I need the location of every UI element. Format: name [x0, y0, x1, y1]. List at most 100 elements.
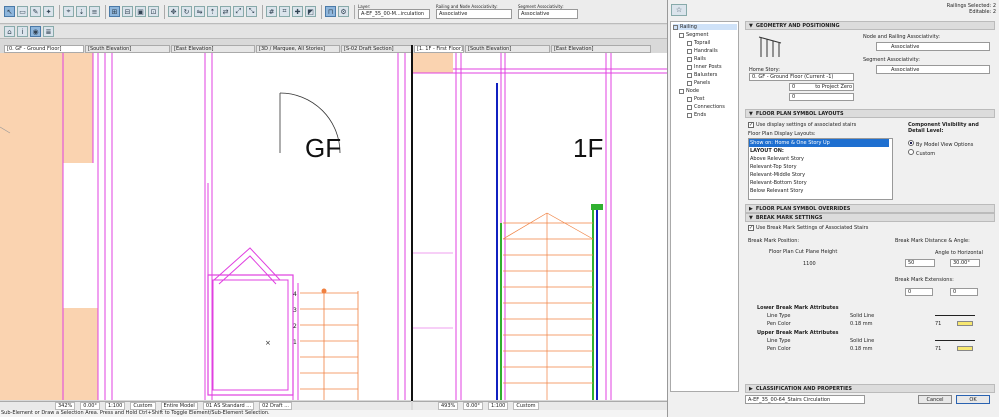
geometry-section-header[interactable]: ▼ GEOMETRY AND POSITIONING — [745, 21, 995, 30]
draft-field[interactable]: 02 Draft ... — [259, 402, 292, 410]
custom-field-right[interactable]: Custom — [513, 402, 539, 410]
fps-section-header[interactable]: ▼ FLOOR PLAN SYMBOL LAYOUTS — [745, 109, 995, 118]
tab-1f-plan[interactable]: [1. 1F - First Floor] — [414, 45, 464, 53]
tree-item-rails[interactable]: Rails — [687, 56, 706, 62]
align-icon[interactable]: ⊞ — [109, 6, 120, 17]
tree-item-segment[interactable]: Segment — [679, 32, 709, 38]
angle-field[interactable]: 30.00° — [950, 259, 980, 267]
to-project-zero[interactable]: to Project Zero — [815, 84, 852, 90]
radio-off[interactable] — [908, 149, 914, 155]
plan-view-gf[interactable]: × GF 4 3 2 1 — [0, 53, 411, 400]
layout-row-below[interactable]: Below Relevant Story — [749, 187, 889, 195]
surface-icon[interactable]: ◩ — [305, 6, 316, 17]
magic-wand-icon[interactable]: ✦ — [43, 6, 54, 17]
node-assoc-dropdown[interactable]: Associative — [876, 42, 990, 51]
tab-east-elevation-2[interactable]: [East Elevation] — [551, 45, 651, 53]
extension-field-2[interactable]: 0 — [950, 288, 978, 296]
upper-line-type-value[interactable]: Solid Line — [850, 338, 874, 344]
rotate-icon[interactable]: ↻ — [181, 6, 192, 17]
layout-row-relevant-middle[interactable]: Relevant-Middle Story — [749, 171, 889, 179]
railing-tool-icon[interactable]: ⊓ — [325, 6, 336, 17]
custom-radio[interactable]: Custom — [908, 149, 935, 157]
lower-line-type-value[interactable]: Solid Line — [850, 313, 874, 319]
scale-field-right[interactable]: 1:100 — [487, 402, 509, 410]
home-icon[interactable]: ⌂ — [4, 26, 15, 37]
layout-row-relevant-top[interactable]: Relevant-Top Story — [749, 163, 889, 171]
layout-row-show-on[interactable]: Show on: Home & One Story Up — [749, 139, 889, 147]
lower-pen-swatch[interactable] — [957, 321, 973, 326]
segment-assoc-dropdown[interactable]: Associative — [876, 65, 990, 74]
model-view-radio[interactable]: By Model View Options — [908, 140, 973, 148]
home-story-dropdown[interactable]: 0. GF - Ground Floor (Current -1) — [749, 73, 854, 81]
segment-assoc-dropdown[interactable]: Associative — [518, 9, 578, 19]
tab-3d-marquee[interactable]: [3D / Marquee, All Stories] — [256, 45, 340, 53]
resize-icon[interactable]: ⤡ — [246, 6, 257, 17]
pencil-icon[interactable]: ✎ — [30, 6, 41, 17]
tab-gf-plan[interactable]: [0. GF - Ground Floor] — [4, 45, 84, 53]
tree-item-toprail[interactable]: Toprail — [687, 40, 710, 46]
drag-icon[interactable]: ⇄ — [220, 6, 231, 17]
standard-field[interactable]: 01 AS Standard ... — [202, 402, 255, 410]
zoom-field[interactable]: 342% — [55, 402, 76, 410]
tree-item-handrails[interactable]: Handrails — [687, 48, 718, 54]
layout-row-above[interactable]: Above Relevant Story — [749, 155, 889, 163]
checkbox[interactable]: ✓ — [748, 122, 754, 128]
camera-icon[interactable]: ◉ — [30, 26, 41, 37]
settings-icon[interactable]: ⚙ — [338, 6, 349, 17]
offset-field-2[interactable]: 0 — [789, 93, 854, 101]
distance-field[interactable]: 50 — [905, 259, 935, 267]
tree-item-connections[interactable]: Connections — [687, 104, 725, 110]
tab-east-elevation[interactable]: [East Elevation] — [171, 45, 255, 53]
tree-item-node[interactable]: Node — [679, 88, 699, 94]
scale-field[interactable]: 1:100 — [104, 402, 126, 410]
classification-section-header[interactable]: ▶ CLASSIFICATION AND PROPERTIES — [745, 384, 995, 393]
layer-dropdown[interactable]: A-EF_35_00-M...irculation — [358, 9, 430, 19]
lower-break-title[interactable]: Lower Break Mark Attributes — [757, 305, 839, 311]
tree-item-inner-posts[interactable]: Inner Posts — [687, 64, 722, 70]
guide-icon[interactable]: ✚ — [292, 6, 303, 17]
distribute-icon[interactable]: ⊟ — [122, 6, 133, 17]
tab-draft-section[interactable]: [S-02 Draft Section] — [341, 45, 413, 53]
tree-item-ends[interactable]: Ends — [687, 112, 706, 118]
layer-select[interactable]: A-EF_35_00-64_Stairs Circulation — [745, 395, 865, 404]
group-icon[interactable]: ▣ — [135, 6, 146, 17]
angle-field[interactable]: 0.00° — [80, 402, 100, 410]
inject-icon[interactable]: ⇣ — [76, 6, 87, 17]
move-icon[interactable]: ✥ — [168, 6, 179, 17]
ok-button[interactable]: OK — [956, 395, 990, 404]
snap-icon[interactable]: ⌗ — [279, 6, 290, 17]
angle-field-right[interactable]: 0.00° — [463, 402, 483, 410]
tab-south-elevation[interactable]: [South Elevation] — [85, 45, 170, 53]
layout-row-relevant-bottom[interactable]: Relevant-Bottom Story — [749, 179, 889, 187]
tree-item-panels[interactable]: Panels — [687, 80, 710, 86]
cut-plane-value[interactable]: 1100 — [803, 261, 816, 267]
use-break-checkbox[interactable]: ✓ Use Break Mark Settings of Associated S… — [748, 225, 868, 231]
zoom-field-right[interactable]: 493% — [438, 402, 459, 410]
tree-item-balusters[interactable]: Balusters — [687, 72, 717, 78]
upper-pen-swatch[interactable] — [957, 346, 973, 351]
favorites-icon[interactable]: ☆ — [671, 4, 687, 16]
info-icon[interactable]: i — [17, 26, 28, 37]
model-field[interactable]: Entire Model — [160, 402, 198, 410]
pick-up-icon[interactable]: ⌖ — [63, 6, 74, 17]
stretch-icon[interactable]: ⤢ — [233, 6, 244, 17]
tree-item-railing[interactable]: Railing — [673, 24, 737, 30]
overrides-section-header[interactable]: ▶ FLOOR PLAN SYMBOL OVERRIDES — [745, 204, 995, 213]
marquee-tool-icon[interactable]: ▭ — [17, 6, 28, 17]
checkbox[interactable]: ✓ — [748, 225, 754, 231]
cancel-button[interactable]: Cancel — [918, 395, 952, 404]
elevate-icon[interactable]: ⇡ — [207, 6, 218, 17]
custom-field[interactable]: Custom — [130, 402, 156, 410]
navigator-icon[interactable]: ≣ — [43, 26, 54, 37]
lock-icon[interactable]: ⊡ — [148, 6, 159, 17]
layer-icon[interactable]: ≡ — [89, 6, 100, 17]
radio-on[interactable] — [908, 140, 914, 146]
extension-field-1[interactable]: 0 — [905, 288, 933, 296]
mirror-icon[interactable]: ⇋ — [194, 6, 205, 17]
tab-south-elevation-2[interactable]: [South Elevation] — [465, 45, 550, 53]
arrow-tool-icon[interactable]: ↖ — [4, 6, 15, 17]
rna-dropdown[interactable]: Associative — [436, 9, 512, 19]
use-display-checkbox[interactable]: ✓ Use display settings of associated stai… — [748, 122, 856, 128]
grid-icon[interactable]: # — [266, 6, 277, 17]
upper-break-title[interactable]: Upper Break Mark Attributes — [757, 330, 839, 336]
